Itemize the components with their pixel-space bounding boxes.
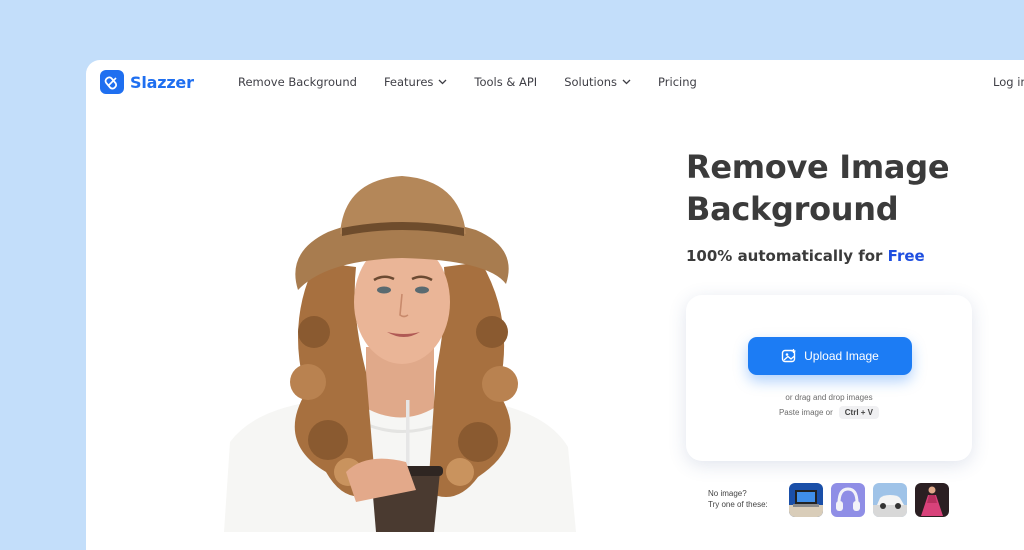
page-title: Remove Image Background — [686, 146, 950, 230]
nav-features[interactable]: Features — [384, 75, 447, 89]
drag-drop-hint: or drag and drop images — [785, 393, 873, 402]
paste-text: Paste image or — [778, 408, 833, 417]
subtitle: 100% automatically for Free — [686, 247, 925, 265]
brand-name: Slazzer — [130, 72, 194, 92]
sample-images-label: No image? Try one of these: — [708, 488, 768, 510]
headphones-sample-thumbnail[interactable] — [831, 483, 865, 517]
laptop-sample-thumbnail[interactable] — [789, 483, 823, 517]
subtitle-prefix: 100% automatically for — [686, 247, 883, 265]
title-line-2: Background — [686, 190, 899, 228]
main-nav: Remove Background Features Tools & API S… — [238, 75, 724, 89]
keyboard-shortcut: Ctrl + V — [838, 406, 880, 419]
paste-hint: Paste image or Ctrl + V — [686, 406, 972, 419]
sample-label-line-2: Try one of these: — [708, 500, 768, 509]
upload-dropzone[interactable]: Upload Image or drag and drop images Pas… — [686, 295, 972, 461]
browser-page: Slazzer Remove Background Features Tools… — [86, 60, 1024, 550]
dress-sample-thumbnail[interactable] — [915, 483, 949, 517]
nav-label: Pricing — [658, 75, 697, 89]
nav-solutions[interactable]: Solutions — [564, 75, 631, 89]
upload-image-button[interactable]: Upload Image — [748, 337, 912, 375]
nav-remove-background[interactable]: Remove Background — [238, 75, 357, 89]
nav-label: Remove Background — [238, 75, 357, 89]
nav-tools-api[interactable]: Tools & API — [474, 75, 537, 89]
nav-pricing[interactable]: Pricing — [658, 75, 697, 89]
title-line-1: Remove Image — [686, 148, 950, 186]
chevron-down-icon — [438, 79, 447, 85]
nav-label: Tools & API — [474, 75, 538, 89]
car-sample-thumbnail[interactable] — [873, 483, 907, 517]
brand-logo[interactable]: Slazzer — [100, 70, 194, 94]
sample-thumbnails — [789, 483, 957, 517]
sample-label-line-1: No image? — [708, 489, 747, 498]
nav-label: Features — [383, 75, 434, 89]
chevron-down-icon — [622, 79, 631, 85]
login-link[interactable]: Log in — [993, 75, 1024, 89]
slazzer-logo-icon — [100, 70, 124, 94]
hero-woman-image — [216, 172, 581, 532]
upload-button-label: Upload Image — [804, 349, 879, 363]
image-upload-icon — [781, 349, 796, 363]
subtitle-free: Free — [887, 247, 925, 265]
nav-label: Solutions — [564, 75, 618, 89]
